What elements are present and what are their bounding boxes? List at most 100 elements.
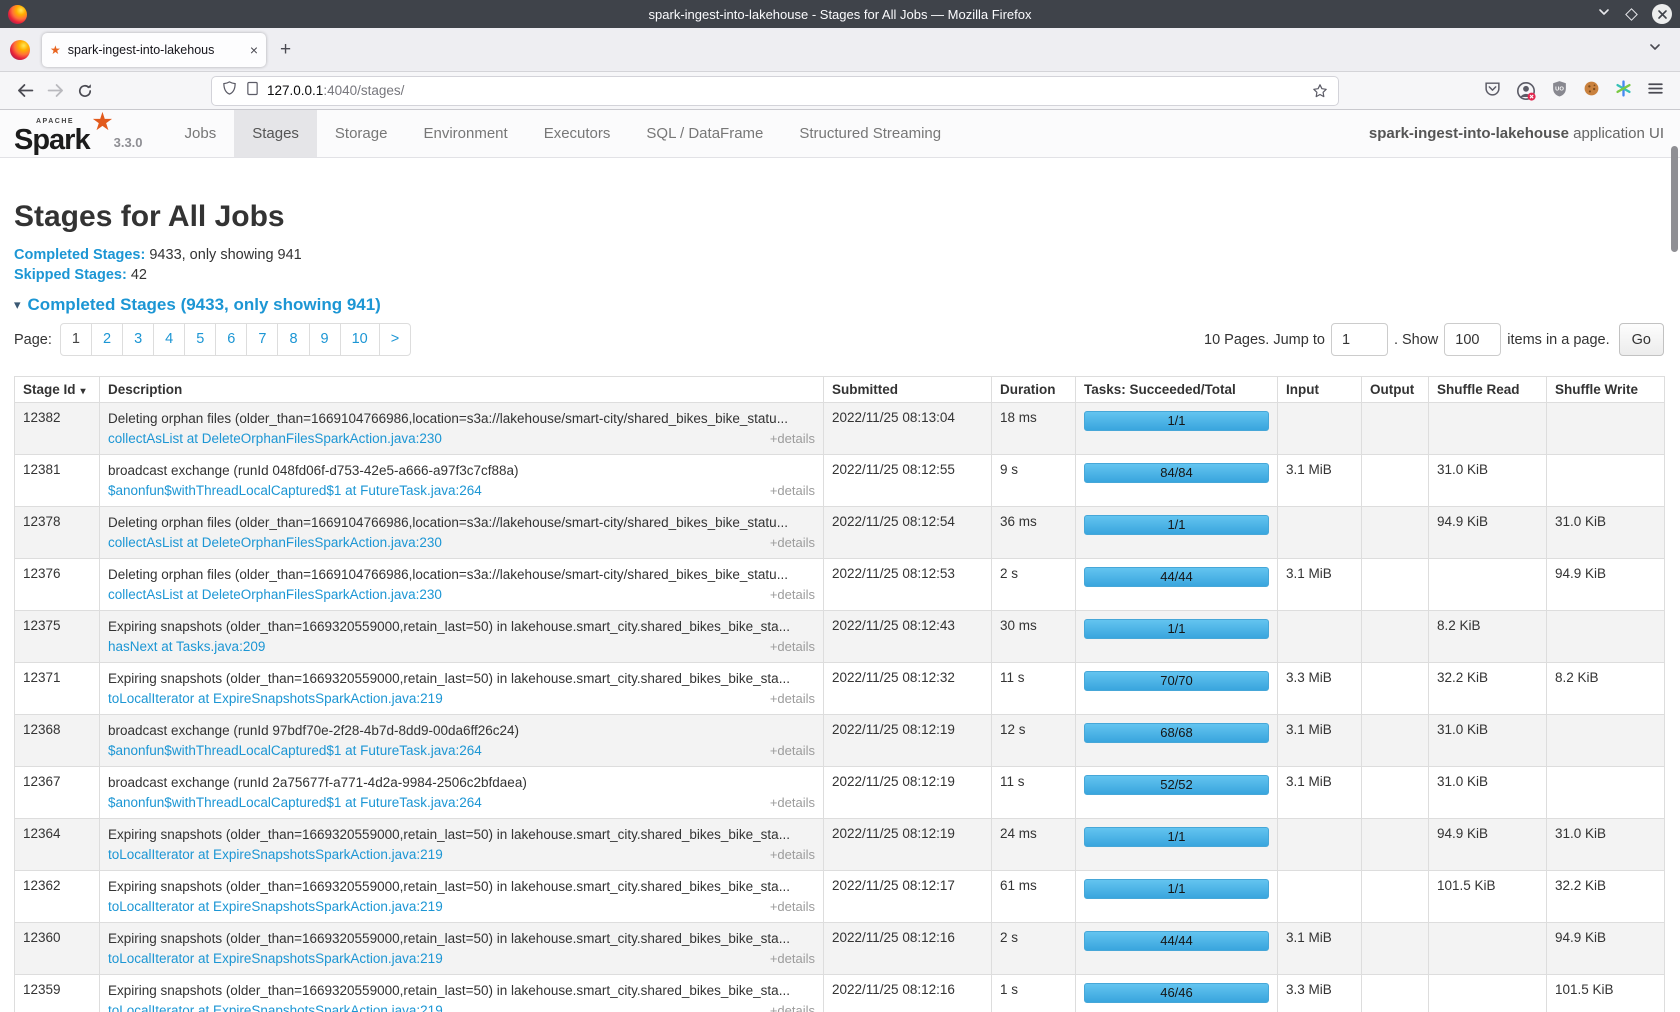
details-toggle[interactable]: +details [770,794,815,811]
nav-tab-sql-dataframe[interactable]: SQL / DataFrame [628,110,781,157]
page-info-icon[interactable] [246,81,259,101]
column-header-shuffle-write[interactable]: Shuffle Write [1547,377,1665,403]
window-maximize-icon[interactable] [1625,8,1638,21]
stage-detail-link[interactable]: toLocalIterator at ExpireSnapshotsSparkA… [108,950,443,967]
reload-button[interactable] [70,76,100,106]
stage-id-cell: 12360 [15,923,100,975]
submitted-cell: 2022/11/25 08:12:17 [824,871,992,923]
stage-detail-link[interactable]: collectAsList at DeleteOrphanFilesSparkA… [108,586,442,603]
page-button-3[interactable]: 3 [122,323,154,356]
tab-list-chevron-icon[interactable] [1648,40,1662,59]
details-toggle[interactable]: +details [770,950,815,967]
window-minimize-icon[interactable] [1597,5,1611,24]
details-toggle[interactable]: +details [770,1002,815,1012]
details-toggle[interactable]: +details [770,638,815,655]
column-header-shuffle-read[interactable]: Shuffle Read [1429,377,1547,403]
details-toggle[interactable]: +details [770,586,815,603]
column-header-output[interactable]: Output [1362,377,1429,403]
stage-detail-link[interactable]: collectAsList at DeleteOrphanFilesSparkA… [108,534,442,551]
column-header-label: Duration [1000,382,1056,397]
forward-button[interactable] [40,76,70,106]
ublock-shield-icon[interactable]: UO [1551,80,1568,102]
tasks-progress-bar: 68/68 [1084,723,1269,743]
page-button-4[interactable]: 4 [153,323,185,356]
stage-detail-link[interactable]: collectAsList at DeleteOrphanFilesSparkA… [108,430,442,447]
column-header-stage-id[interactable]: Stage Id▾ [15,377,100,403]
details-toggle[interactable]: +details [770,898,815,915]
page-button-6[interactable]: 6 [215,323,247,356]
nav-tab-executors[interactable]: Executors [526,110,629,157]
column-header-input[interactable]: Input [1278,377,1362,403]
spark-logo[interactable]: APACHE Spark ★ 3.3.0 [14,110,157,157]
details-toggle[interactable]: +details [770,534,815,551]
stage-detail-link[interactable]: toLocalIterator at ExpireSnapshotsSparkA… [108,846,443,863]
details-toggle[interactable]: +details [770,430,815,447]
details-toggle[interactable]: +details [770,846,815,863]
column-header-submitted[interactable]: Submitted [824,377,992,403]
completed-stages-section-header[interactable]: ▾ Completed Stages (9433, only showing 9… [14,295,1664,315]
page-button-8[interactable]: 8 [277,323,309,356]
column-header-description[interactable]: Description [100,377,824,403]
new-tab-button[interactable]: + [280,39,291,61]
description-cell: Expiring snapshots (older_than=166932055… [100,975,824,1012]
go-button[interactable]: Go [1619,323,1664,356]
column-header-tasks-succeeded-total[interactable]: Tasks: Succeeded/Total [1076,377,1278,403]
collapse-arrow-icon[interactable]: ▾ [14,295,21,315]
nav-tab-jobs[interactable]: Jobs [167,110,235,157]
back-button[interactable] [10,76,40,106]
page-button-1[interactable]: 1 [60,323,92,356]
tasks-count: 1/1 [1167,413,1185,428]
stage-detail-link[interactable]: toLocalIterator at ExpireSnapshotsSparkA… [108,898,443,915]
submitted-cell: 2022/11/25 08:12:43 [824,611,992,663]
items-per-page-input[interactable] [1444,323,1501,356]
stage-detail-link[interactable]: toLocalIterator at ExpireSnapshotsSparkA… [108,690,443,707]
tasks-cell: 84/84 [1076,455,1278,507]
tasks-count: 1/1 [1167,829,1185,844]
tab-close-icon[interactable]: × [250,43,258,57]
pocket-icon[interactable] [1484,80,1501,102]
page-button-9[interactable]: 9 [309,323,341,356]
skipped-stages-link[interactable]: Skipped Stages: [14,267,127,283]
page-button-2[interactable]: 2 [91,323,123,356]
shuffle-write-cell: 32.2 KiB [1547,871,1665,923]
column-header-duration[interactable]: Duration [992,377,1076,403]
menu-hamburger-icon[interactable] [1647,80,1664,102]
firefox-icon[interactable] [10,40,30,60]
nav-tab-stages[interactable]: Stages [234,110,317,157]
nav-tab-structured-streaming[interactable]: Structured Streaming [781,110,959,157]
tasks-cell: 1/1 [1076,611,1278,663]
stage-detail-link[interactable]: hasNext at Tasks.java:209 [108,638,265,655]
tab-title: spark-ingest-into-lakehous [68,43,226,57]
nav-tab-environment[interactable]: Environment [405,110,525,157]
stage-detail-link[interactable]: toLocalIterator at ExpireSnapshotsSparkA… [108,1002,443,1012]
nav-tab-storage[interactable]: Storage [317,110,406,157]
stage-detail-link[interactable]: $anonfun$withThreadLocalCaptured$1 at Fu… [108,482,482,499]
account-icon[interactable] [1516,81,1536,101]
window-close-icon[interactable] [1652,4,1672,24]
vertical-scrollbar-thumb[interactable] [1671,146,1678,252]
details-toggle[interactable]: +details [770,742,815,759]
page-button-7[interactable]: 7 [246,323,278,356]
tasks-cell: 44/44 [1076,559,1278,611]
duration-cell: 1 s [992,975,1076,1012]
stage-detail-link[interactable]: $anonfun$withThreadLocalCaptured$1 at Fu… [108,742,482,759]
description-cell: Expiring snapshots (older_than=166932055… [100,871,824,923]
details-toggle[interactable]: +details [770,482,815,499]
url-bar[interactable]: 127.0.0.1:4040/stages/ [212,77,1338,105]
stage-callsite-line: $anonfun$withThreadLocalCaptured$1 at Fu… [108,742,815,759]
cookie-icon[interactable] [1583,80,1600,102]
section-title[interactable]: Completed Stages (9433, only showing 941… [28,295,381,315]
page-button-5[interactable]: 5 [184,323,216,356]
stage-detail-link[interactable]: $anonfun$withThreadLocalCaptured$1 at Fu… [108,794,482,811]
details-toggle[interactable]: +details [770,690,815,707]
bookmark-star-icon[interactable] [1312,83,1328,99]
page-next-button[interactable]: > [379,323,411,356]
shield-icon[interactable] [222,80,237,101]
completed-stages-link[interactable]: Completed Stages: [14,247,145,263]
jump-to-page-input[interactable] [1331,323,1388,356]
page-button-10[interactable]: 10 [340,323,380,356]
tasks-count: 46/46 [1160,985,1193,1000]
extension-asterisk-icon[interactable] [1615,80,1632,102]
stage-description: Deleting orphan files (older_than=166910… [108,514,815,531]
browser-tab[interactable]: ★ spark-ingest-into-lakehous × [42,33,266,67]
